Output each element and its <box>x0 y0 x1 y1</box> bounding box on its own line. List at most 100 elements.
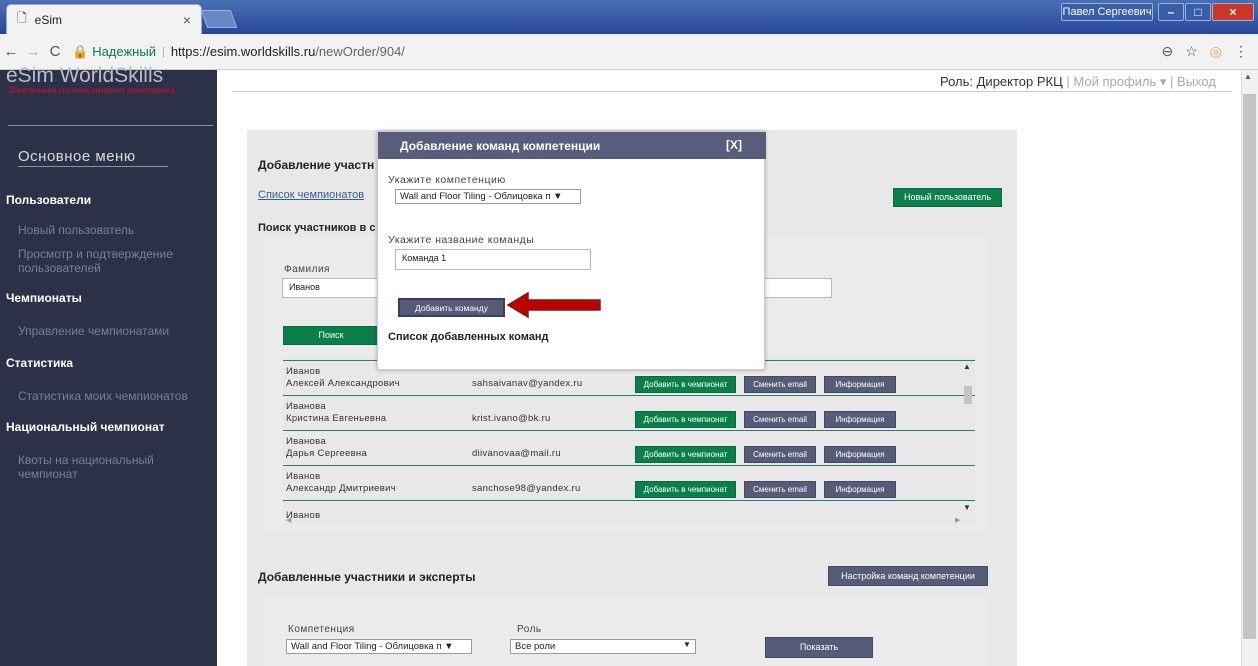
maximize-button[interactable]: □ <box>1185 3 1211 21</box>
info-button[interactable]: Информация <box>824 481 896 498</box>
surname-label: Фамилия <box>284 264 330 275</box>
filter-panel <box>263 598 988 666</box>
dialog-close-button[interactable]: [X] <box>726 138 742 152</box>
row-email: sanchose98@yandex.ru <box>472 483 581 494</box>
add-to-championship-button[interactable]: Добавить в чемпионат <box>635 411 736 428</box>
exit-link[interactable]: Выход <box>1177 74 1216 89</box>
dialog-competence-label: Укажите компетенцию <box>388 174 506 186</box>
profile-link[interactable]: Мой профиль ▾ <box>1073 74 1166 89</box>
add-to-championship-button[interactable]: Добавить в чемпионат <box>635 446 736 463</box>
dialog-competence-select[interactable]: Wall and Floor Tiling - Облицовка п ▼ <box>395 189 581 204</box>
row-email: krist.ivano@bk.ru <box>472 413 551 424</box>
row-surname: Иванова <box>286 401 326 412</box>
sidebar-item-my-stats[interactable]: Статистика моих чемпионатов <box>18 389 198 403</box>
header-separator: | <box>1066 74 1070 89</box>
info-button[interactable]: Информация <box>824 376 896 393</box>
scroll-up-icon[interactable]: ▲ <box>963 362 971 371</box>
menu-icon[interactable]: ⋮ <box>1234 43 1248 60</box>
scroll-down-icon[interactable]: ▼ <box>963 503 971 512</box>
dialog-team-label: Укажите название команды <box>388 234 535 246</box>
row-email: diivanovaa@mail.ru <box>472 448 561 459</box>
back-icon[interactable]: ← <box>0 43 22 60</box>
info-button[interactable]: Информация <box>824 411 896 428</box>
tab-close-icon[interactable]: × <box>183 12 191 28</box>
reload-icon[interactable]: C <box>44 43 66 60</box>
row-surname: Иванова <box>286 436 326 447</box>
forward-icon[interactable]: → <box>22 43 44 60</box>
new-tab-button[interactable] <box>200 10 238 28</box>
sidebar-item-quotas[interactable]: Квоты на национальный чемпионат <box>18 453 198 481</box>
logo-subtitle: Электронная система интернет мониторинга <box>8 86 175 95</box>
row-surname: Иванов <box>286 366 321 377</box>
url-host[interactable]: https://esim.worldskills.ru <box>171 44 315 59</box>
added-teams-title: Список добавленных команд <box>388 331 549 343</box>
row-divider <box>283 395 975 396</box>
extension-icon[interactable]: ◎ <box>1210 43 1222 60</box>
team-name-input[interactable]: Команда 1 <box>395 249 591 270</box>
divider <box>18 166 168 167</box>
change-email-button[interactable]: Сменить email <box>744 411 816 428</box>
bookmark-star-icon[interactable]: ☆ <box>1185 43 1198 60</box>
role-filter-label: Роль <box>517 624 542 635</box>
red-arrow-annotation <box>506 291 601 319</box>
role-label: Роль: Директор РКЦ <box>940 74 1063 89</box>
info-button[interactable]: Информация <box>824 446 896 463</box>
add-to-championship-button[interactable]: Добавить в чемпионат <box>635 481 736 498</box>
show-button[interactable]: Показать <box>765 637 873 658</box>
change-email-button[interactable]: Сменить email <box>744 446 816 463</box>
sidebar-section-championships[interactable]: Чемпионаты <box>6 291 82 305</box>
row-divider <box>283 430 975 431</box>
role-select[interactable]: Все роли <box>510 639 696 654</box>
scroll-right-icon[interactable]: ▶ <box>955 516 960 524</box>
row-name: Алексей Александрович <box>286 378 400 389</box>
user-header: Роль: Директор РКЦ | Мой профиль ▾ | Вых… <box>940 74 1216 90</box>
championship-list-link[interactable]: Список чемпионатов <box>258 189 364 201</box>
zoom-icon[interactable]: ⊖ <box>1161 43 1173 60</box>
logo[interactable]: eSim WorldSkills <box>6 64 163 88</box>
row-divider <box>283 465 975 466</box>
row-name: Кристина Евгеньевна <box>286 413 387 424</box>
dialog-header: Добавление команд компетенции [X] <box>378 132 766 159</box>
url-path[interactable]: /newOrder/904/ <box>315 44 405 59</box>
change-email-button[interactable]: Сменить email <box>744 376 816 393</box>
page-scrollbar-thumb[interactable] <box>1243 94 1256 639</box>
surname-input[interactable]: Иванов <box>282 278 382 298</box>
scroll-thumb[interactable] <box>964 386 972 404</box>
team-settings-button[interactable]: Настройка команд компетенции <box>828 566 988 586</box>
page-title: Добавление участн <box>258 158 375 172</box>
change-email-button[interactable]: Сменить email <box>744 481 816 498</box>
sidebar-section-national[interactable]: Национальный чемпионат <box>6 420 165 434</box>
search-field-2[interactable] <box>760 278 832 298</box>
sidebar: eSim WorldSkills Электронная система инт… <box>0 64 217 666</box>
new-user-button[interactable]: Новый пользователь <box>893 188 1002 207</box>
scroll-up-icon[interactable]: ▲ <box>1244 72 1252 81</box>
close-window-button[interactable]: × <box>1212 3 1254 21</box>
scroll-left-icon[interactable]: ◀ <box>286 516 291 524</box>
row-name: Александр Дмитриевич <box>286 483 396 494</box>
chevron-down-icon: ▼ <box>683 640 691 649</box>
table-row: Иванов <box>283 504 975 524</box>
tab-title: eSim <box>34 12 62 27</box>
table-row: Иванов Александр Дмитриевич sanchose98@y… <box>283 469 975 501</box>
search-button[interactable]: Поиск <box>283 326 379 345</box>
add-team-button[interactable]: Добавить команду <box>398 298 505 317</box>
sidebar-section-users[interactable]: Пользователи <box>6 193 91 207</box>
minimize-button[interactable]: – <box>1158 3 1184 21</box>
browser-tab[interactable]: 🗋 eSim × <box>6 4 202 34</box>
page-icon: 🗋 <box>17 11 27 25</box>
dialog-title: Добавление команд компетенции <box>400 138 601 153</box>
sidebar-item-manage-championships[interactable]: Управление чемпионатами <box>18 324 198 338</box>
sidebar-section-statistics[interactable]: Статистика <box>6 356 73 370</box>
divider <box>8 125 213 126</box>
add-teams-dialog: Добавление команд компетенции [X] Укажит… <box>377 131 766 370</box>
header-divider <box>232 91 1232 92</box>
add-to-championship-button[interactable]: Добавить в чемпионат <box>635 376 736 393</box>
competence-select[interactable]: Wall and Floor Tiling - Облицовка п ▼ <box>286 639 472 654</box>
table-row: Иванова Дарья Сергеевна diivanovaa@mail.… <box>283 434 975 466</box>
search-section-title: Поиск участников в с <box>258 222 376 234</box>
url-separator: | <box>161 45 165 58</box>
sidebar-item-new-user[interactable]: Новый пользователь <box>18 223 198 237</box>
sidebar-item-view-users[interactable]: Просмотр и подтверждение пользователей <box>18 247 198 275</box>
row-name: Дарья Сергеевна <box>286 448 368 459</box>
window-user-badge[interactable]: Павел Сергеевич <box>1061 3 1153 21</box>
